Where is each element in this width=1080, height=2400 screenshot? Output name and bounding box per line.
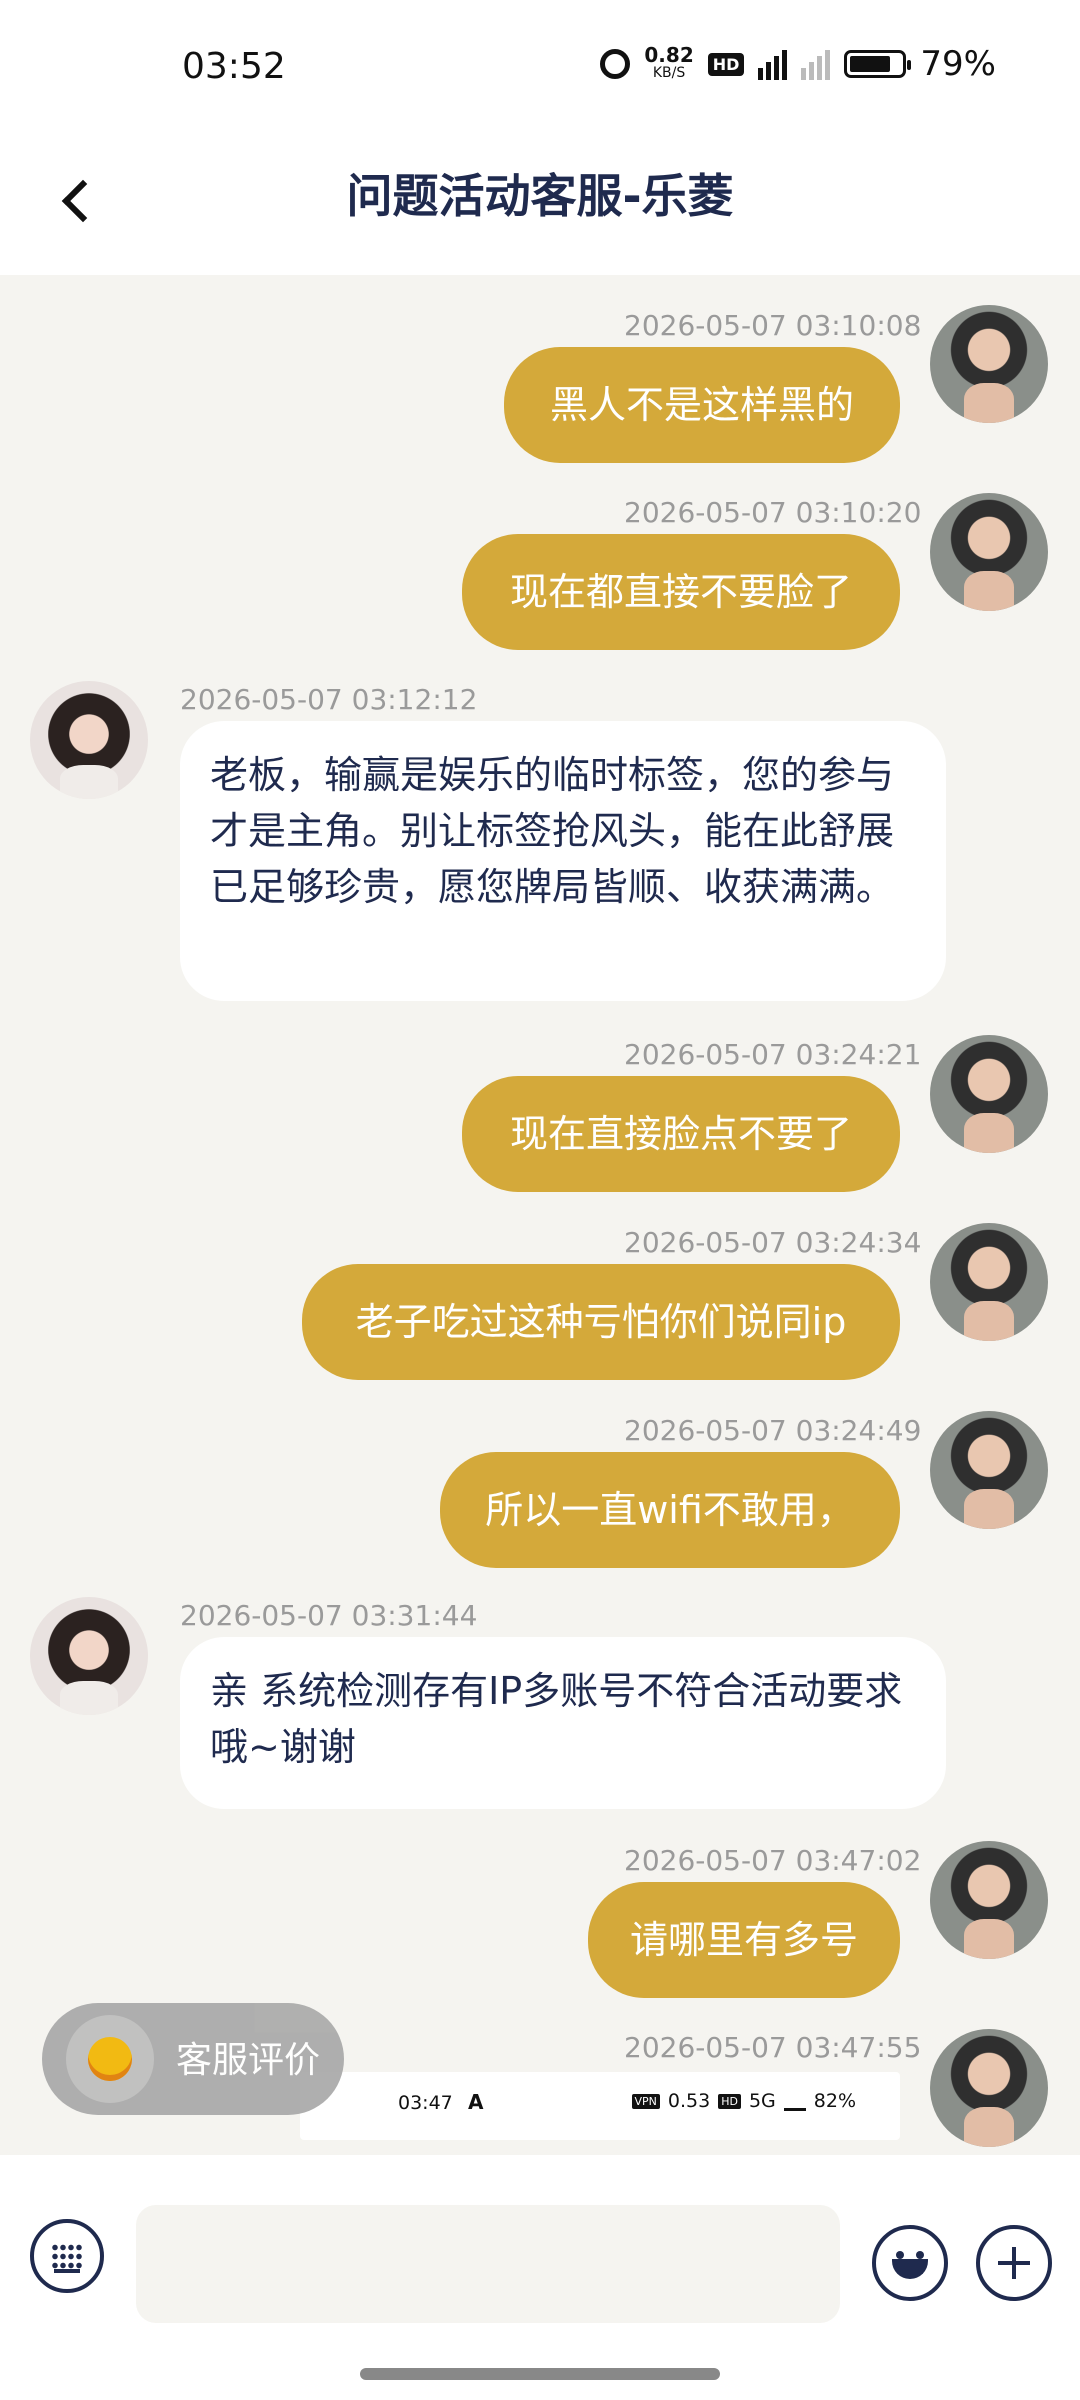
message-bubble[interactable]: 亲 系统检测存有IP多账号不符合活动要求哦~谢谢 <box>180 1637 946 1809</box>
emoji-eye <box>916 2251 924 2259</box>
message-input[interactable] <box>136 2205 840 2323</box>
user-avatar[interactable] <box>930 1223 1048 1341</box>
emoji-mouth <box>892 2259 928 2279</box>
message-bubble[interactable]: 现在直接脸点不要了 <box>462 1076 900 1192</box>
hd-icon: HD <box>707 52 745 76</box>
battery-fill <box>850 56 890 72</box>
message-timestamp: 2026-05-07 03:10:08 <box>624 309 922 342</box>
status-bar: 03:52 0.82 KB/S HD 79% <box>0 0 1080 130</box>
message-timestamp: 2026-05-07 03:47:55 <box>624 2031 922 2064</box>
rate-service-button[interactable]: 客服评价 <box>42 2003 344 2115</box>
message-bubble[interactable]: 现在都直接不要脸了 <box>462 534 900 650</box>
agent-avatar[interactable] <box>30 681 148 799</box>
battery-percent: 79% <box>920 44 996 84</box>
emoji-eye <box>896 2251 904 2259</box>
message-timestamp: 2026-05-07 03:31:44 <box>180 1599 478 1632</box>
thumb-battery: 82% <box>813 2090 856 2112</box>
status-icons: 0.82 KB/S HD 79% <box>600 44 996 84</box>
user-avatar[interactable] <box>930 305 1048 423</box>
message-list[interactable]: 2026-05-07 03:10:08 黑人不是这样黑的 2026-05-07 … <box>0 275 1080 2155</box>
surprised-face-icon <box>66 2015 154 2103</box>
battery-icon <box>844 50 912 78</box>
user-avatar[interactable] <box>930 1411 1048 1529</box>
message-timestamp: 2026-05-07 03:24:21 <box>624 1038 922 1071</box>
status-time: 03:52 <box>182 46 286 87</box>
user-avatar[interactable] <box>930 1035 1048 1153</box>
image-message-screenshot[interactable]: 03:47 A VPN 0.53 HD 5G 82% <box>300 2072 900 2140</box>
user-avatar[interactable] <box>930 493 1048 611</box>
user-avatar[interactable] <box>930 2029 1048 2147</box>
message-bubble[interactable]: 黑人不是这样黑的 <box>504 347 900 463</box>
thumb-network: 5G <box>748 2090 776 2112</box>
network-rate: 0.82 KB/S <box>644 43 694 81</box>
message-bubble[interactable]: 请哪里有多号 <box>588 1882 900 1998</box>
message-timestamp: 2026-05-07 03:24:34 <box>624 1226 922 1259</box>
alarm-icon <box>600 49 631 79</box>
thumb-time: 03:47 <box>398 2092 453 2114</box>
add-attachment-icon[interactable] <box>976 2225 1052 2301</box>
keyboard-spacebar <box>54 2269 80 2273</box>
keyboard-keys <box>51 2243 83 2269</box>
rate-service-label: 客服评价 <box>176 2040 321 2081</box>
thumb-vpn-icon: VPN <box>631 2093 660 2109</box>
signal-5g-icon <box>758 48 788 80</box>
message-timestamp: 2026-05-07 03:47:02 <box>624 1844 922 1877</box>
thumb-status-icons: VPN 0.53 HD 5G 82% <box>631 2090 856 2112</box>
user-avatar[interactable] <box>930 1841 1048 1959</box>
chat-header: 问题活动客服-乐菱 <box>0 130 1080 275</box>
message-bubble[interactable]: 老板，输赢是娱乐的临时标签，您的参与才是主角。别让标签抢风头，能在此舒展已足够珍… <box>180 721 946 1001</box>
home-indicator[interactable] <box>360 2368 720 2380</box>
thumb-signal-icon <box>783 2092 806 2111</box>
thumb-font-icon: A <box>468 2090 484 2114</box>
message-bubble[interactable]: 所以一直wifi不敢用， <box>440 1452 900 1568</box>
agent-avatar[interactable] <box>30 1597 148 1715</box>
thumb-rate: 0.53 <box>667 2090 711 2112</box>
thumb-hd-icon: HD <box>718 2093 741 2109</box>
emoji-icon[interactable] <box>872 2225 948 2301</box>
message-timestamp: 2026-05-07 03:24:49 <box>624 1414 922 1447</box>
signal-secondary-icon <box>801 48 831 80</box>
input-bar <box>0 2155 1080 2400</box>
page-title: 问题活动客服-乐菱 <box>346 169 734 223</box>
keyboard-icon[interactable] <box>30 2219 104 2293</box>
message-bubble[interactable]: 老子吃过这种亏怕你们说同ip <box>302 1264 900 1380</box>
message-timestamp: 2026-05-07 03:10:20 <box>624 496 922 529</box>
message-timestamp: 2026-05-07 03:12:12 <box>180 683 478 716</box>
